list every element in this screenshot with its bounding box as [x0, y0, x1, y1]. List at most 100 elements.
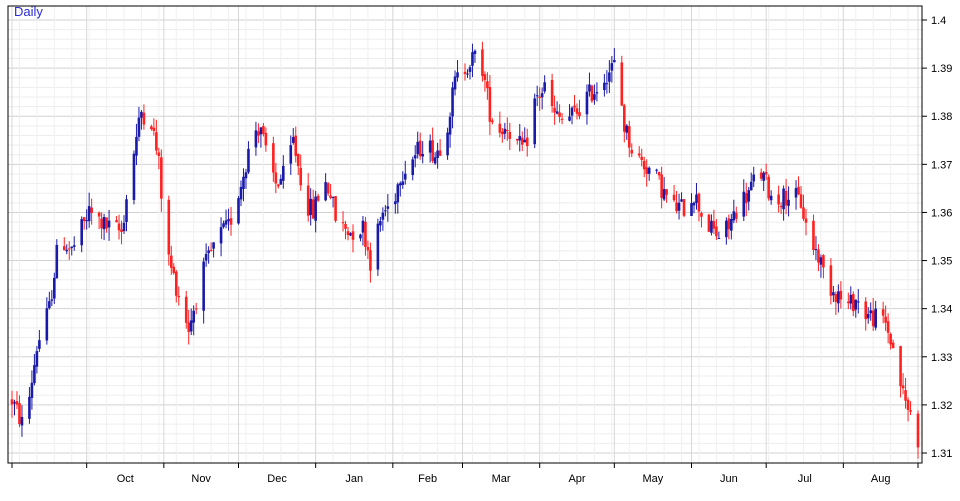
candle-down	[264, 132, 268, 146]
candle-up	[710, 220, 713, 233]
candle-down	[779, 205, 783, 208]
candle-up	[35, 351, 39, 367]
y-tick-label: 1.4	[931, 15, 946, 27]
candle-up	[568, 116, 571, 121]
candle-up	[625, 125, 629, 133]
candle-up	[70, 246, 74, 248]
candle-up	[28, 396, 31, 419]
candle-up	[543, 82, 546, 92]
candle-down	[115, 220, 118, 223]
candle-down	[834, 294, 838, 302]
candle-up	[794, 188, 798, 198]
candle-down	[916, 413, 920, 448]
candle-down	[209, 249, 213, 251]
candle-down	[364, 221, 367, 247]
candle-up	[137, 117, 141, 137]
candle-down	[573, 105, 576, 108]
candle-up	[379, 221, 382, 226]
y-tick-label: 1.33	[931, 352, 952, 364]
y-tick-label: 1.35	[931, 256, 952, 268]
candle-down	[187, 322, 191, 332]
candle-up	[413, 155, 417, 159]
candle-up	[428, 140, 432, 153]
candle-down	[117, 223, 121, 231]
candle-down	[700, 213, 703, 217]
candle-down	[682, 199, 686, 216]
candle-up	[570, 107, 574, 116]
candle-down	[884, 316, 887, 323]
candle-up	[692, 202, 696, 206]
candle-down	[486, 81, 489, 89]
candle-up	[854, 299, 858, 310]
candle-down	[329, 195, 332, 198]
candle-down	[550, 79, 554, 107]
candle-down	[812, 220, 815, 250]
candle-down	[296, 153, 300, 167]
candle-up	[202, 261, 205, 311]
candle-down	[525, 137, 529, 147]
candle-down	[501, 131, 504, 135]
candle-up	[603, 82, 606, 91]
candle-up	[518, 136, 522, 141]
candle-down	[152, 127, 156, 131]
candle-down	[715, 226, 718, 237]
candle-down	[274, 172, 278, 184]
candle-up	[613, 60, 616, 63]
candle-down	[491, 120, 494, 123]
candle-down	[727, 218, 731, 230]
candle-down	[901, 385, 905, 389]
candle-down	[97, 212, 101, 217]
candle-down	[839, 290, 843, 300]
candle-up	[132, 153, 136, 200]
candle-up	[359, 234, 362, 239]
candle-up	[279, 178, 283, 185]
candle-down	[155, 132, 158, 151]
candle-up	[254, 130, 258, 148]
candle-up	[752, 174, 756, 182]
candle-down	[759, 172, 763, 179]
candle-up	[227, 219, 230, 222]
candle-down	[272, 143, 275, 173]
candle-up	[237, 198, 240, 224]
candle-up	[349, 233, 352, 236]
candle-up	[289, 145, 293, 164]
candle-down	[10, 399, 14, 405]
candle-up	[787, 199, 790, 206]
candle-down	[777, 194, 780, 205]
candle-down	[311, 199, 315, 219]
series-label: Daily	[14, 4, 43, 19]
candle-up	[837, 291, 840, 304]
candle-up	[677, 202, 681, 211]
candle-up	[38, 340, 41, 349]
candle-up	[239, 186, 243, 200]
candle-down	[184, 296, 188, 323]
candle-up	[48, 301, 51, 309]
candle-down	[174, 271, 178, 296]
candle-down	[847, 301, 850, 304]
candle-down	[366, 247, 370, 251]
candle-up	[749, 181, 753, 191]
candle-down	[630, 149, 634, 154]
candle-up	[189, 320, 193, 332]
candle-down	[167, 199, 171, 255]
x-tick-label: Feb	[418, 473, 437, 485]
candle-down	[351, 231, 355, 240]
candle-up	[869, 310, 873, 314]
candle-down	[675, 202, 678, 212]
candle-up	[717, 237, 721, 239]
candle-up	[819, 257, 823, 265]
candle-up	[421, 154, 424, 157]
candle-up	[593, 94, 596, 100]
y-tick-label: 1.37	[931, 159, 952, 171]
candle-up	[456, 72, 459, 78]
candle-down	[889, 333, 892, 345]
candle-down	[558, 112, 561, 117]
candle-up	[135, 136, 138, 156]
y-tick-label: 1.39	[931, 63, 952, 75]
candle-down	[229, 218, 233, 225]
candle-up	[585, 91, 589, 115]
candle-up	[324, 182, 327, 201]
candle-up	[523, 139, 527, 143]
candle-up	[401, 181, 405, 185]
candle-down	[262, 126, 265, 134]
